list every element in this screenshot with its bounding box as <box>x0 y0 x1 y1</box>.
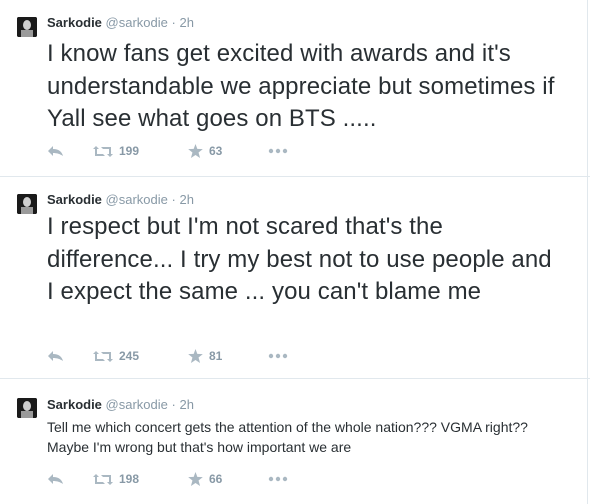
reply-icon <box>48 351 63 361</box>
tweet-text: Tell me which concert gets the attention… <box>47 419 528 455</box>
retweet-count: 199 <box>119 144 140 158</box>
reply-button[interactable] <box>47 143 64 159</box>
favorite-count: 81 <box>209 349 223 363</box>
favorite-count: 63 <box>209 144 223 158</box>
favorite-button[interactable]: 81 <box>188 348 222 364</box>
separator: · <box>171 192 176 207</box>
retweet-icon <box>93 145 113 157</box>
avatar-image <box>17 17 37 37</box>
avatar-image <box>17 194 37 214</box>
retweet-icon <box>93 473 113 485</box>
author-handle[interactable]: @sarkodie <box>106 15 168 30</box>
more-dots-icon <box>268 353 288 359</box>
retweet-count: 198 <box>119 472 140 486</box>
retweet-count: 245 <box>119 349 140 363</box>
author-handle[interactable]: @sarkodie <box>106 192 168 207</box>
avatar[interactable] <box>17 194 37 214</box>
more-dots-icon <box>268 148 288 154</box>
author-handle[interactable]: @sarkodie <box>106 397 168 412</box>
reply-button[interactable] <box>47 348 64 364</box>
tweet[interactable]: Sarkodie @sarkodie · 2h I respect but I'… <box>0 177 588 378</box>
timestamp[interactable]: 2h <box>179 397 193 412</box>
separator: · <box>171 397 176 412</box>
retweet-button[interactable]: 245 <box>93 348 139 364</box>
more-button[interactable] <box>268 143 288 159</box>
more-button[interactable] <box>268 348 288 364</box>
avatar-image <box>17 398 37 418</box>
favorite-count: 66 <box>209 472 223 486</box>
favorite-button[interactable]: 66 <box>188 471 222 487</box>
tweet[interactable]: Sarkodie @sarkodie · 2h Tell me which co… <box>0 379 588 504</box>
tweet-text: I respect but I'm not scared that's the … <box>47 213 552 305</box>
retweet-icon <box>93 350 113 362</box>
tweet-actions: 245 81 <box>47 348 447 364</box>
avatar[interactable] <box>17 398 37 418</box>
timestamp[interactable]: 2h <box>179 15 193 30</box>
author-name[interactable]: Sarkodie <box>47 192 102 207</box>
favorite-button[interactable]: 63 <box>188 143 222 159</box>
tweet-text: I know fans get excited with awards and … <box>47 40 555 132</box>
avatar[interactable] <box>17 17 37 37</box>
tweet-actions: 198 66 <box>47 471 447 487</box>
tweet-actions: 199 63 <box>47 143 447 159</box>
retweet-button[interactable]: 198 <box>93 471 139 487</box>
author-name[interactable]: Sarkodie <box>47 397 102 412</box>
reply-icon <box>48 474 63 484</box>
favorite-star-icon <box>188 144 203 158</box>
reply-button[interactable] <box>47 471 64 487</box>
favorite-star-icon <box>188 472 203 486</box>
reply-icon <box>48 146 63 156</box>
separator: · <box>171 15 176 30</box>
more-button[interactable] <box>268 471 288 487</box>
favorite-star-icon <box>188 349 203 363</box>
timestamp[interactable]: 2h <box>179 192 193 207</box>
author-name[interactable]: Sarkodie <box>47 15 102 30</box>
more-dots-icon <box>268 476 288 482</box>
retweet-button[interactable]: 199 <box>93 143 139 159</box>
tweet[interactable]: Sarkodie @sarkodie · 2h I know fans get … <box>0 0 588 176</box>
